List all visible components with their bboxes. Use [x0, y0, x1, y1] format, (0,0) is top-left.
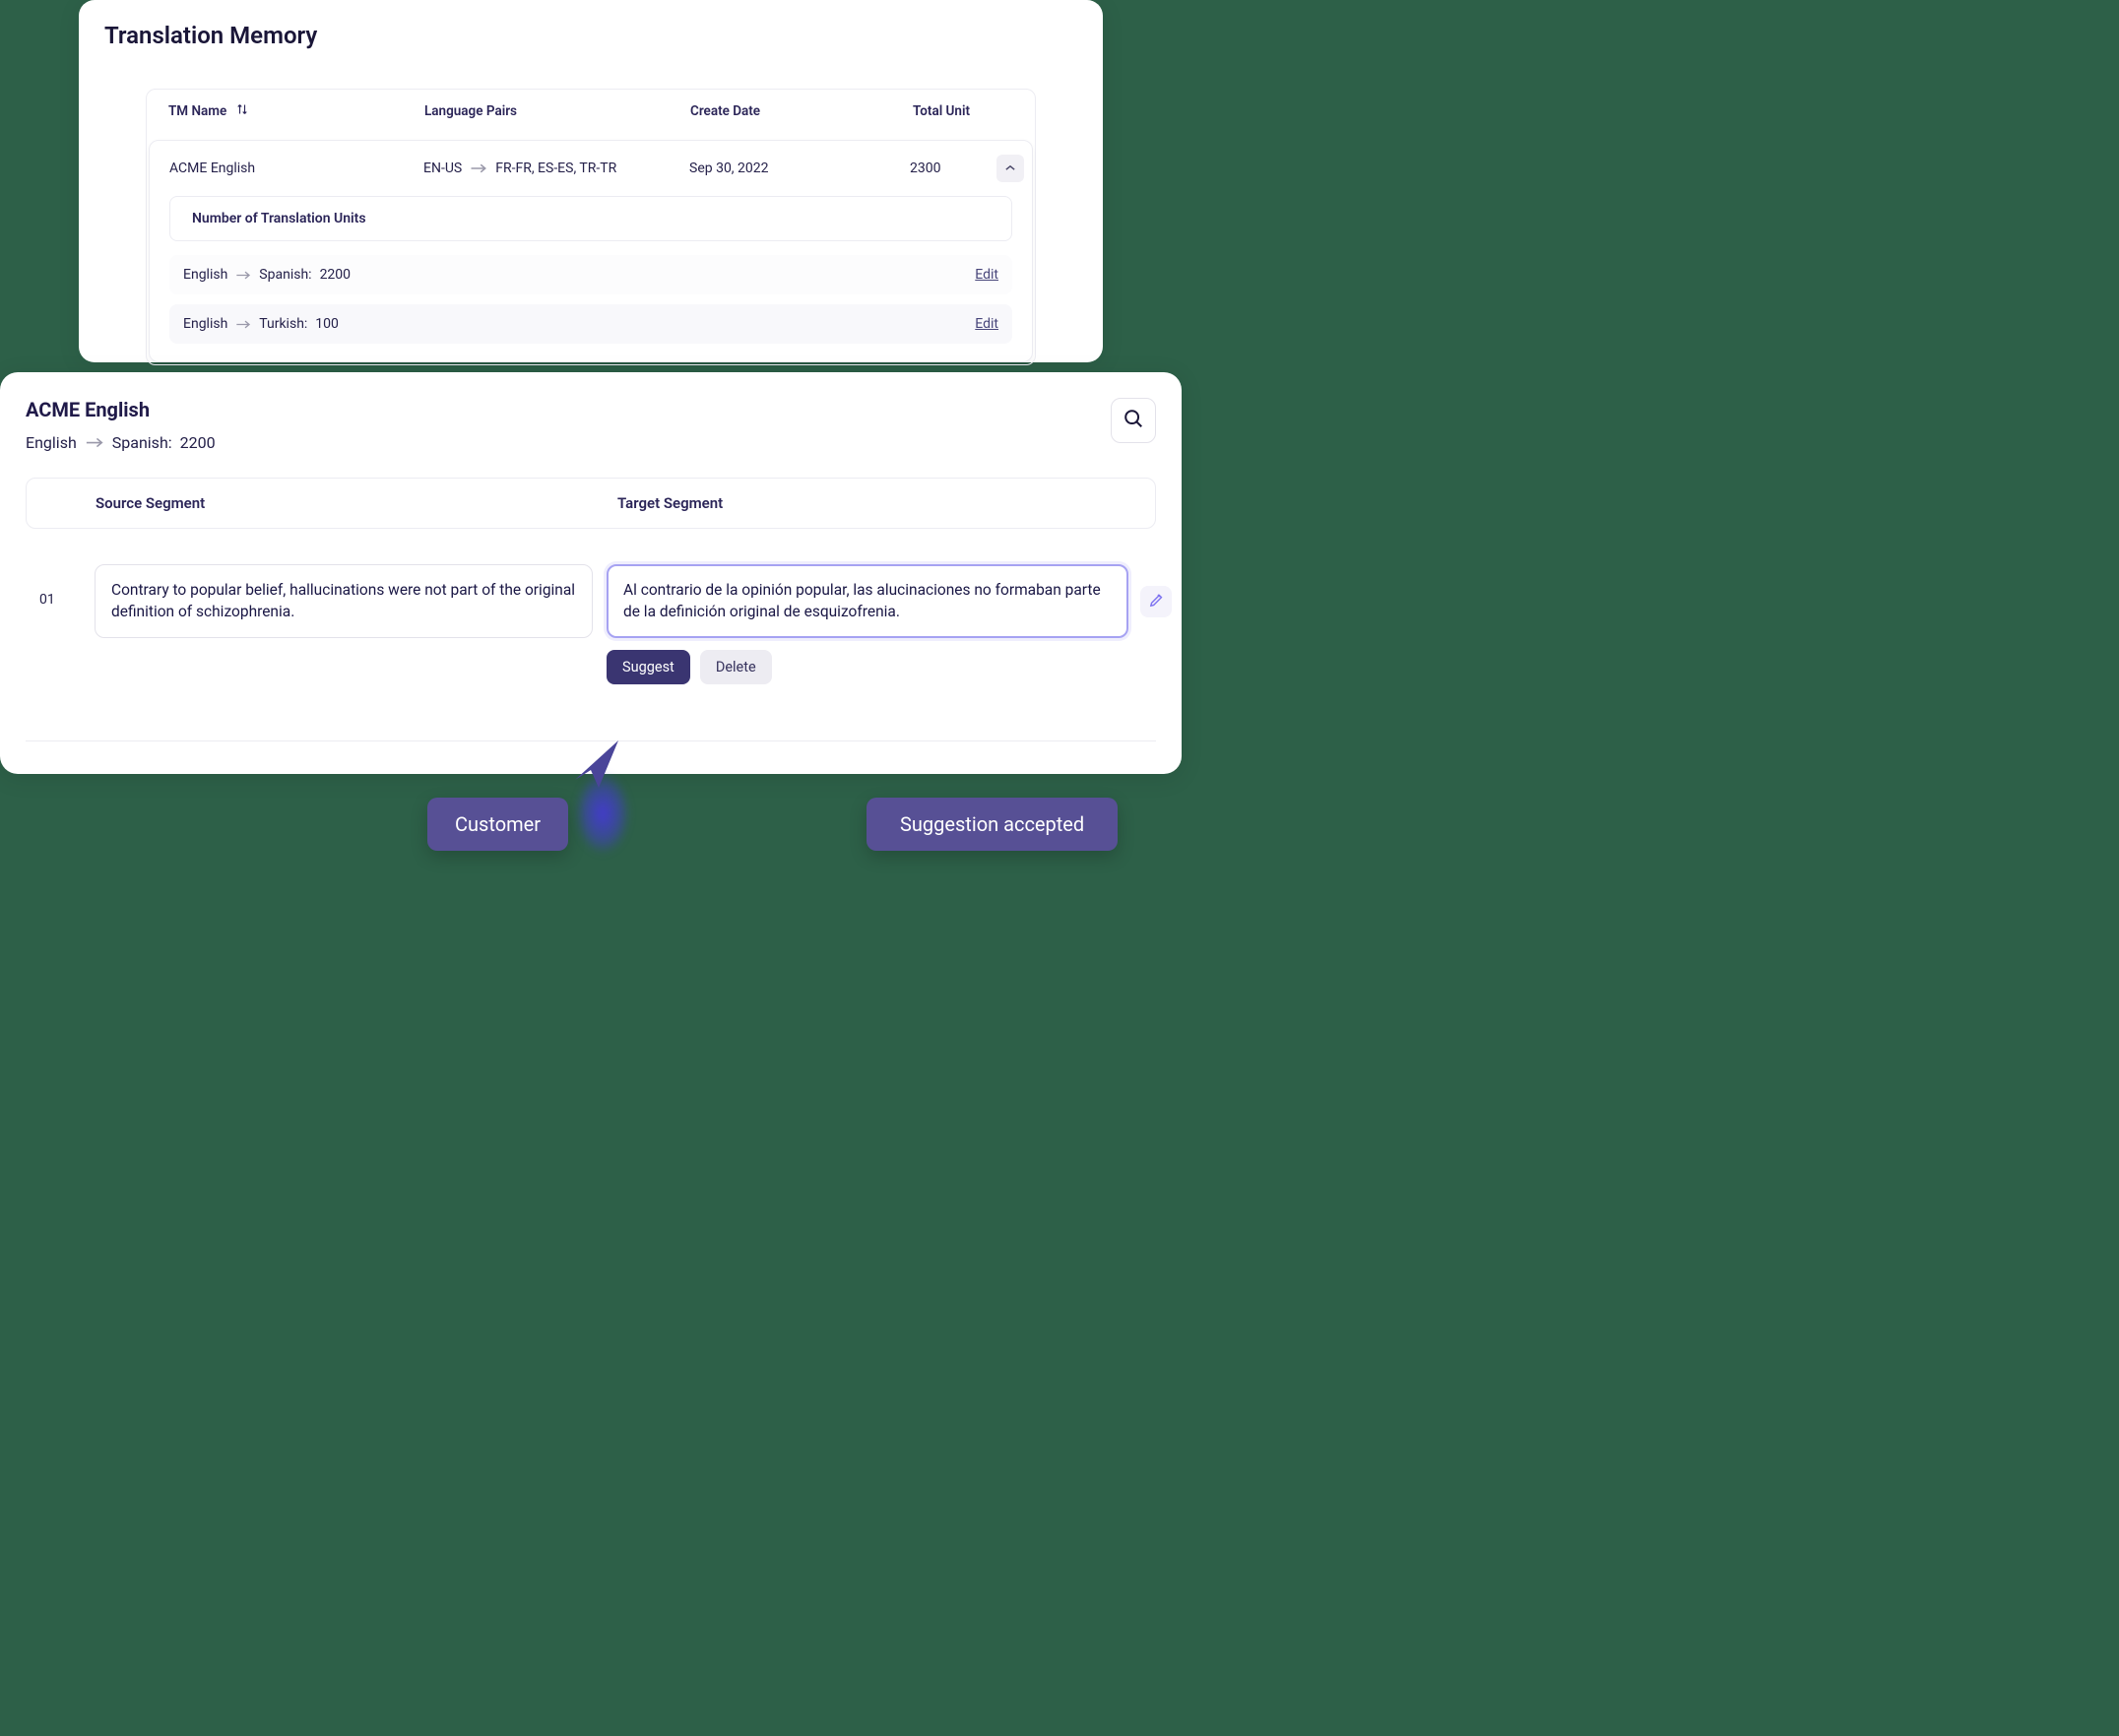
- tgt-locales: FR-FR, ES-ES, TR-TR: [495, 161, 616, 176]
- arrow-right-icon: [235, 319, 251, 330]
- unit-tgt: Spanish:: [259, 267, 311, 283]
- tm-card: Translation Memory TM Name Language Pair…: [79, 0, 1103, 362]
- col-date[interactable]: Create Date: [690, 103, 913, 119]
- unit-row: English Spanish: 2200 Edit: [169, 255, 1012, 294]
- unit-tgt: Turkish:: [259, 316, 307, 332]
- segment-index: 01: [26, 564, 95, 608]
- col-total[interactable]: Total Unit: [913, 103, 999, 119]
- unit-src: English: [183, 316, 227, 332]
- col-name[interactable]: TM Name: [168, 103, 424, 119]
- tm-expanded-row: ACME English EN-US FR-FR, ES-ES, TR-TR S…: [149, 140, 1033, 362]
- editor-subtitle: English Spanish: 2200: [26, 433, 1156, 452]
- edit-link[interactable]: Edit: [975, 316, 998, 332]
- edit-link[interactable]: Edit: [975, 267, 998, 283]
- customer-badge: Customer: [427, 798, 568, 851]
- tm-table-header: TM Name Language Pairs Create Date Total…: [147, 90, 1035, 134]
- col-target: Target Segment: [617, 494, 1155, 512]
- editor-src-lang: English: [26, 433, 77, 452]
- table-row: ACME English EN-US FR-FR, ES-ES, TR-TR S…: [150, 141, 1032, 196]
- col-source: Source Segment: [96, 494, 617, 512]
- src-locale: EN-US: [423, 161, 462, 176]
- create-date: Sep 30, 2022: [689, 161, 910, 176]
- pencil-icon: [1148, 592, 1165, 612]
- edit-segment-button[interactable]: [1140, 586, 1172, 617]
- search-icon: [1123, 408, 1144, 433]
- arrow-right-icon: [470, 162, 487, 174]
- editor-title: ACME English: [26, 398, 1156, 421]
- chevron-up-icon: [1005, 163, 1015, 174]
- arrow-right-icon: [235, 270, 251, 281]
- col-pairs[interactable]: Language Pairs: [424, 103, 690, 119]
- target-segment-input[interactable]: Al contrario de la opinión popular, las …: [607, 564, 1128, 638]
- page-title: Translation Memory: [102, 22, 1079, 49]
- editor-count: 2200: [180, 433, 216, 452]
- segment-table-header: Source Segment Target Segment: [26, 478, 1156, 529]
- tm-table: TM Name Language Pairs Create Date Total…: [146, 89, 1036, 365]
- lang-pairs: EN-US FR-FR, ES-ES, TR-TR: [423, 161, 689, 176]
- editor-tgt-lang: Spanish:: [112, 433, 172, 452]
- unit-row: English Turkish: 100 Edit: [169, 304, 1012, 344]
- col-name-label: TM Name: [168, 103, 226, 119]
- arrow-right-icon: [85, 436, 104, 449]
- suggest-button[interactable]: Suggest: [607, 650, 690, 684]
- unit-src: English: [183, 267, 227, 283]
- unit-val: 100: [315, 316, 339, 332]
- divider: [26, 740, 1156, 741]
- editor-card: ACME English English Spanish: 2200 Sourc…: [0, 372, 1182, 774]
- tm-name: ACME English: [169, 161, 423, 176]
- source-segment: Contrary to popular belief, hallucinatio…: [95, 564, 593, 638]
- unit-val: 2200: [320, 267, 351, 283]
- units-heading: Number of Translation Units: [169, 196, 1012, 241]
- delete-button[interactable]: Delete: [700, 650, 772, 684]
- segment-row: 01 Contrary to popular belief, hallucina…: [26, 564, 1156, 684]
- search-button[interactable]: [1111, 398, 1156, 443]
- collapse-button[interactable]: [996, 155, 1024, 182]
- sort-icon: [236, 103, 248, 119]
- total-unit: 2300: [910, 161, 996, 176]
- accepted-badge: Suggestion accepted: [867, 798, 1118, 851]
